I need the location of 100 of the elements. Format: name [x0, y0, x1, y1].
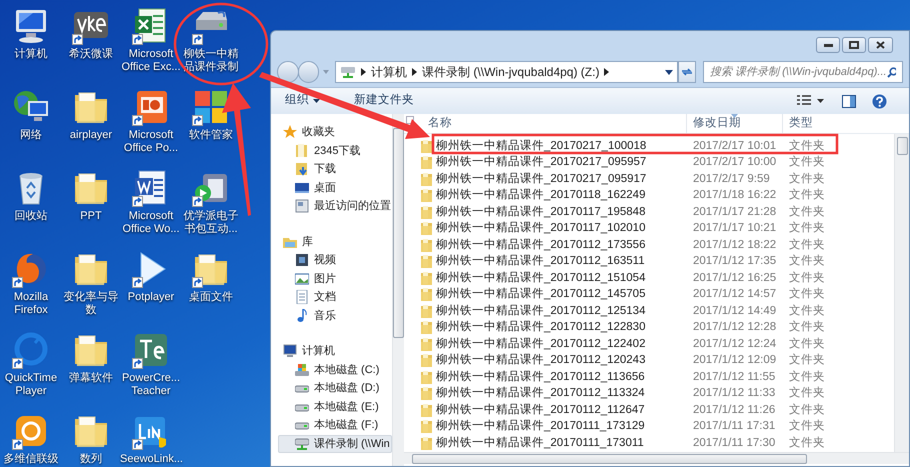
desktop-icon-label[interactable]: Microsoft Office Wo...: [121, 210, 181, 236]
nav-item[interactable]: 视频: [278, 251, 392, 270]
file-type: 文件夹: [788, 270, 825, 286]
dropdown-icon[interactable]: [665, 70, 674, 74]
scrollbar[interactable]: [392, 114, 404, 466]
chevron-icon[interactable]: [361, 68, 366, 76]
file-name[interactable]: 柳州铁一中精品课件_20170112_122830: [436, 319, 646, 336]
file-name[interactable]: 柳州铁一中精品课件_20170112_151054: [436, 270, 646, 287]
nav-item[interactable]: 本地磁盘 (D:): [278, 379, 392, 398]
desktop-icon-label[interactable]: 数列: [80, 453, 102, 466]
desktop-icon-label[interactable]: SeewoLink...: [120, 453, 182, 466]
file-name[interactable]: 柳州铁一中精品课件_20170112_145705: [436, 286, 646, 304]
desktop-icon-label[interactable]: 希沃微课: [69, 48, 113, 61]
nav-item[interactable]: 库: [278, 232, 392, 251]
preview-pane-icon: [842, 94, 856, 108]
new-folder-button[interactable]: 新建文件夹: [354, 92, 414, 110]
file-name[interactable]: 柳州铁一中精品课件_20170112_122402: [436, 336, 646, 353]
breadcrumb-item[interactable]: 计算机: [371, 63, 408, 81]
file-name[interactable]: 柳州铁一中精品课件_20170112_125134: [436, 302, 646, 320]
column-header[interactable]: 修改日期: [693, 114, 741, 132]
file-name[interactable]: 柳州铁一中精品课件_20170112_112647: [436, 402, 645, 419]
desktop-icon-label[interactable]: 桌面文件: [189, 291, 233, 304]
file-name[interactable]: 柳州铁一中精品课件_20170117_195848: [436, 204, 646, 221]
desktop-icon-label[interactable]: 弹幕软件: [69, 372, 113, 385]
chevron-icon[interactable]: [604, 68, 610, 76]
search-field[interactable]: 搜索 课件录制 (\\Win-jvqubald4pq)...: [703, 61, 904, 83]
preview-pane-button[interactable]: [842, 94, 856, 108]
desktop-icon-label[interactable]: 网络: [20, 129, 42, 142]
nav-item[interactable]: 本地磁盘 (E:): [278, 398, 392, 416]
file-name[interactable]: 柳州铁一中精品课件_20170217_095957: [436, 154, 646, 172]
column-header[interactable]: 类型: [789, 114, 813, 132]
file-date: 2017/1/17 21:28: [692, 204, 778, 220]
nav-item[interactable]: 计算机: [278, 342, 392, 360]
desktop-icon-label[interactable]: PowerCre... Teacher: [121, 372, 181, 398]
nav-item[interactable]: 课件录制 (\\Win: [278, 434, 392, 453]
scrollbar-thumb[interactable]: [412, 454, 807, 464]
file-name[interactable]: 柳州铁一中精品课件_20170117_102010: [436, 220, 646, 238]
file-name[interactable]: 柳州铁一中精品课件_20170112_163511: [436, 253, 645, 270]
refresh-button[interactable]: [678, 61, 696, 83]
folder-icon: [421, 370, 433, 384]
desktop-icon-label[interactable]: Potplayer: [128, 291, 174, 304]
sort-arrow-icon: [731, 114, 738, 118]
file-name[interactable]: 柳州铁一中精品课件_20170217_100018: [436, 138, 646, 155]
desktop-icon-label[interactable]: airplayer: [70, 129, 112, 142]
folder-icon: [421, 140, 433, 153]
desktop-icon-label[interactable]: 计算机: [14, 48, 48, 61]
file-name[interactable]: 柳州铁一中精品课件_20170112_113656: [436, 368, 645, 386]
file-name[interactable]: 柳州铁一中精品课件_20170111_173129: [436, 418, 645, 436]
scrollbar[interactable]: [894, 134, 909, 452]
file-name[interactable]: 柳州铁一中精品课件_20170112_120243: [436, 352, 646, 370]
breadcrumb-item[interactable]: 课件录制 (\\Win-jvqubald4pq) (Z:): [422, 63, 600, 81]
file-name[interactable]: 柳州铁一中精品课件_20170217_095917: [436, 170, 646, 188]
folder-icon: [421, 189, 433, 202]
column-header[interactable]: 名称: [428, 114, 452, 132]
file-name[interactable]: 柳州铁一中精品课件_20170111_173011: [436, 434, 644, 452]
file-type: 文件夹: [788, 436, 825, 451]
file-name[interactable]: 柳州铁一中精品课件_20170118_162249: [436, 187, 646, 204]
nav-item[interactable]: 下载: [278, 160, 392, 178]
minimize-button[interactable]: [816, 37, 840, 53]
close-button[interactable]: [868, 37, 893, 53]
help-button[interactable]: [872, 94, 887, 108]
nav-item[interactable]: 音乐: [278, 306, 392, 325]
file-name[interactable]: 柳州铁一中精品课件_20170112_113324: [436, 385, 645, 402]
scrollbar-thumb[interactable]: [393, 128, 404, 338]
folder-icon: [421, 338, 433, 351]
file-date: 2017/1/12 11:33: [692, 386, 776, 402]
desktop-icon-label[interactable]: Mozilla Firefox: [1, 291, 61, 317]
horizontal-scrollbar[interactable]: [404, 452, 909, 464]
desktop-icon-label[interactable]: PPT: [80, 210, 102, 223]
view-button[interactable]: [797, 95, 824, 107]
desktop-icon-label[interactable]: 多维信联级: [4, 453, 58, 466]
desktop-icon-label[interactable]: 变化率与导数: [61, 291, 121, 317]
desktop-icon-label[interactable]: QuickTime Player: [1, 372, 61, 398]
desktop-icon-label[interactable]: Microsoft Office Po...: [121, 129, 181, 155]
nav-item[interactable]: 桌面: [278, 178, 392, 197]
file-type: 文件夹: [788, 172, 825, 187]
nav-item[interactable]: 最近访问的位置: [278, 197, 392, 216]
file-date: 2017/2/17 10:01: [692, 138, 778, 154]
close-icon: [876, 41, 885, 49]
scrollbar-thumb[interactable]: [896, 137, 908, 155]
video-icon: [295, 253, 309, 268]
nav-item[interactable]: 本地磁盘 (F:): [278, 416, 392, 434]
file-type: 文件夹: [788, 286, 825, 302]
nav-item[interactable]: 收藏夹: [278, 123, 392, 142]
nav-item[interactable]: 文档: [278, 288, 392, 306]
desktop-icon-label[interactable]: 软件管家: [189, 129, 233, 142]
organize-button[interactable]: 组织: [285, 92, 320, 110]
desktop-icon-label[interactable]: 回收站: [14, 210, 48, 223]
desktop-icon-label[interactable]: 优学派电子书包互动...: [181, 210, 241, 236]
nav-item[interactable]: 2345下载: [278, 142, 392, 160]
desktop-icon-label[interactable]: Microsoft Office Exc...: [121, 48, 181, 74]
back-button[interactable]: [277, 61, 299, 83]
caret-icon: [323, 70, 330, 74]
chevron-icon[interactable]: [412, 68, 418, 76]
nav-item[interactable]: 本地磁盘 (C:): [278, 360, 392, 379]
file-name[interactable]: 柳州铁一中精品课件_20170112_173556: [436, 236, 646, 254]
nav-item[interactable]: 图片: [278, 270, 392, 288]
address-bar[interactable]: 计算机 课件录制 (\\Win-jvqubald4pq) (Z:): [335, 61, 678, 83]
maximize-button[interactable]: [842, 37, 866, 53]
file-date: 2017/1/12 12:09: [692, 353, 778, 368]
